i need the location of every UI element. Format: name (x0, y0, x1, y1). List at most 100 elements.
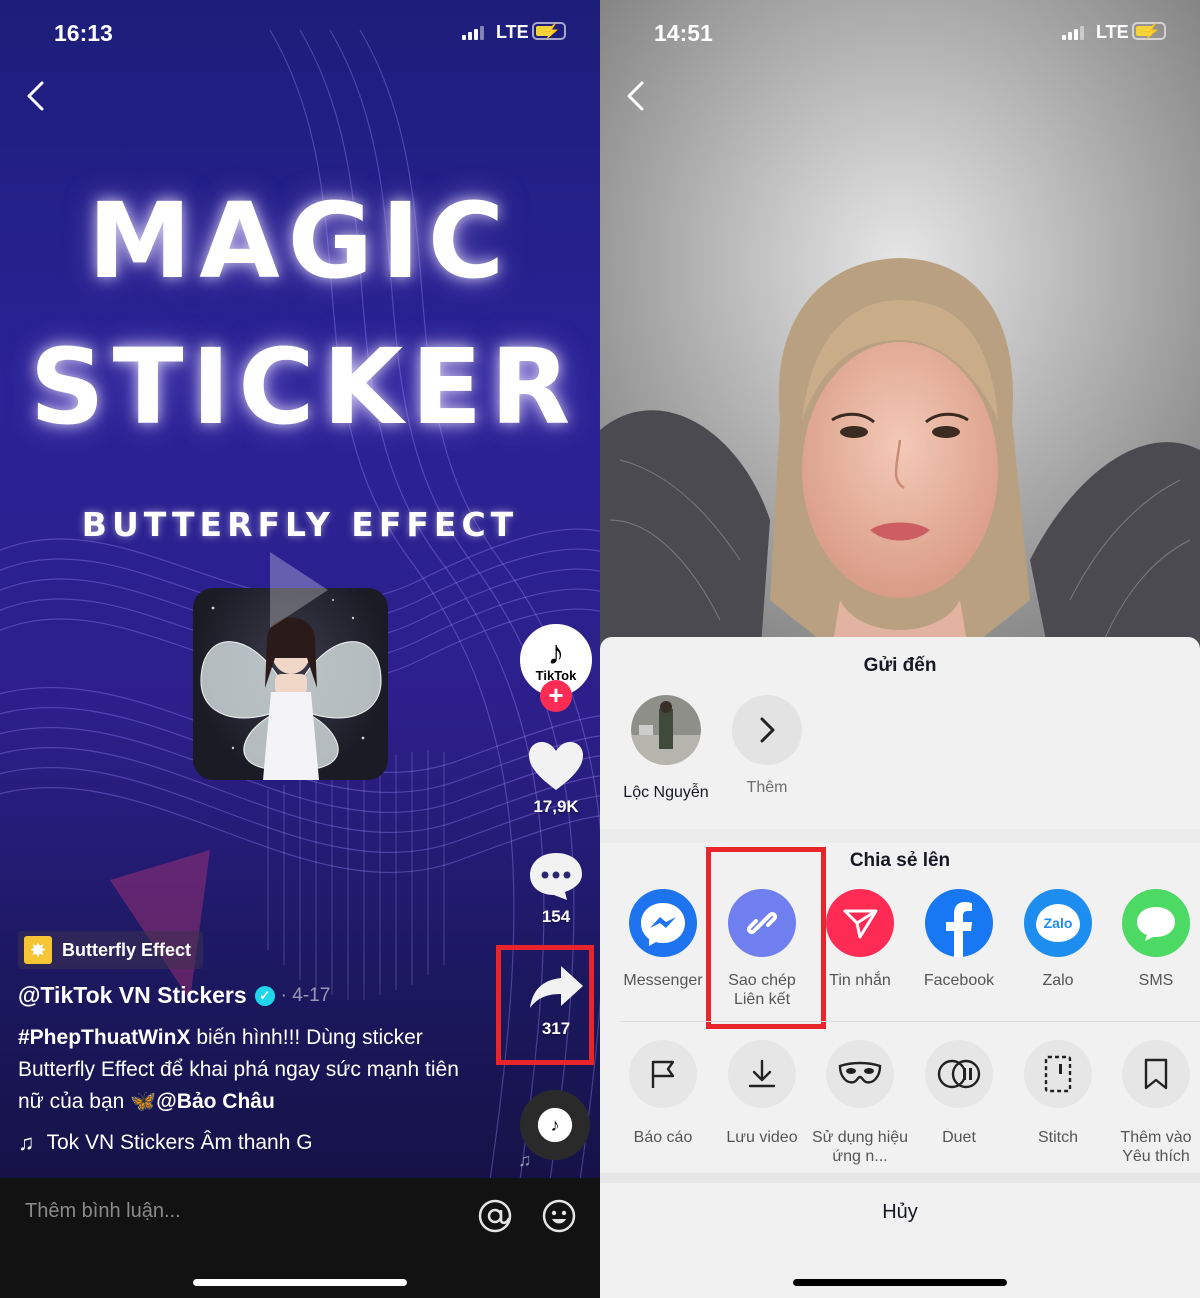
post-date: · 4-17 (280, 984, 331, 1006)
butterfly-emoji-icon: 🦋 (130, 1090, 157, 1113)
caption-mention[interactable]: @Bảo Châu (156, 1090, 274, 1113)
follow-button[interactable]: + (540, 680, 572, 712)
messenger-icon (629, 889, 697, 957)
highlight-box-share (496, 945, 594, 1065)
app-label: Messenger (623, 972, 703, 989)
home-indicator (793, 1279, 1007, 1286)
avatar (631, 695, 701, 765)
action-use-effect[interactable]: Sử dụng hiệu ứng n... (810, 1040, 910, 1166)
action-label: Duet (942, 1129, 976, 1146)
home-indicator (193, 1279, 407, 1286)
sms-bubble-icon (1122, 889, 1190, 957)
action-duet[interactable]: Duet (909, 1040, 1009, 1147)
zalo-bubble: Zalo (1036, 904, 1080, 942)
floating-note-icon: ♫ (518, 1150, 532, 1170)
cancel-divider (600, 1173, 1200, 1183)
share-sms[interactable]: SMS (1106, 889, 1200, 990)
verified-icon: ✓ (254, 985, 275, 1006)
status-time: 16:13 (54, 20, 113, 46)
share-sheet-screen: 14:51 LTE ⚡ Gửi đến Lộc Nguyễn Thêm Chia… (600, 0, 1200, 1298)
flag-icon (629, 1040, 697, 1108)
send-plane-icon (826, 889, 894, 957)
more-button[interactable] (732, 695, 802, 765)
back-button[interactable] (24, 80, 48, 112)
back-button[interactable] (624, 80, 648, 112)
send-to-title: Gửi đến (863, 655, 937, 676)
like-button[interactable]: 17,9K (526, 740, 586, 817)
duet-icon (925, 1040, 993, 1108)
action-label: Lưu video (726, 1129, 798, 1146)
action-label: Sử dụng hiệu ứng n... (811, 1129, 909, 1165)
video-title-line1: MAGIC (87, 180, 513, 302)
music-marquee[interactable]: ♫ Tok VN Stickers Âm thanh G (18, 1130, 313, 1156)
contact-name: Lộc Nguyễn (623, 784, 709, 801)
creator-username[interactable]: @TikTok VN Stickers ✓ · 4-17 (18, 982, 330, 1009)
stitch-icon (1024, 1040, 1092, 1108)
caption-text-2: Butterfly Effect để khai phá ngay sức mạ… (18, 1058, 459, 1081)
comment-button[interactable]: 154 (526, 850, 586, 927)
username-text: @TikTok VN Stickers (18, 982, 247, 1008)
caption-text-3: nữ của bạn (18, 1090, 131, 1113)
contact-more[interactable]: Thêm (717, 695, 817, 797)
share-zalo[interactable]: Zalo Zalo (1008, 889, 1108, 990)
network-label: LTE (496, 22, 529, 42)
action-label: Báo cáo (633, 1129, 693, 1146)
chevron-left-icon (627, 81, 644, 111)
comment-input[interactable] (25, 1200, 445, 1223)
cancel-button[interactable]: Hủy (600, 1183, 1200, 1241)
highlight-box-copy-link (706, 847, 826, 1029)
status-bar: 14:51 LTE ⚡ (600, 18, 1200, 48)
signal-icon (1062, 26, 1086, 40)
facebook-icon (925, 889, 993, 957)
action-report[interactable]: Báo cáo (613, 1040, 713, 1147)
action-label: Stitch (1037, 1129, 1078, 1146)
screen: 16:13 LTE ⚡ MAGIC STICKER BUTTERFLY EFFE… (0, 0, 1200, 1298)
sparkle-icon: ✸ (24, 936, 52, 964)
music-note-icon: ♫ (18, 1130, 35, 1155)
network-label: LTE (1096, 22, 1129, 42)
video-subtitle: BUTTERFLY EFFECT (81, 505, 519, 544)
effect-label: Butterfly Effect (62, 939, 192, 960)
signal-icon (462, 26, 486, 40)
app-label: Facebook (923, 972, 995, 989)
music-text: Tok VN Stickers Âm thanh G (46, 1131, 313, 1154)
action-save-video[interactable]: Lưu video (712, 1040, 812, 1147)
status-time: 14:51 (654, 20, 713, 46)
share-to-title: Chia sẻ lên (849, 850, 951, 871)
section-divider (600, 829, 1200, 843)
row-divider (620, 1021, 1200, 1022)
emoji-icon[interactable] (541, 1198, 577, 1234)
share-messenger[interactable]: Messenger (613, 889, 713, 990)
contact-name: Thêm (746, 779, 788, 796)
mask-icon (826, 1040, 894, 1108)
battery-icon: ⚡ (532, 22, 566, 40)
comment-count: 154 (541, 907, 571, 926)
app-label: SMS (1138, 972, 1174, 989)
share-facebook[interactable]: Facebook (909, 889, 1009, 990)
contact-loc-nguyen[interactable]: Lộc Nguyễn (616, 695, 716, 802)
effect-tag[interactable]: ✸ Butterfly Effect (18, 931, 204, 969)
zalo-icon: Zalo (1024, 889, 1092, 957)
mention-at-icon[interactable] (477, 1198, 513, 1234)
caption-text-1: biến hình!!! Dùng sticker (190, 1026, 423, 1049)
chevron-right-icon (760, 717, 775, 743)
status-bar: 16:13 LTE ⚡ (0, 18, 600, 48)
download-icon (728, 1040, 796, 1108)
comment-icon (530, 853, 582, 900)
bookmark-icon (1122, 1040, 1190, 1108)
app-label: Zalo (1042, 972, 1074, 989)
video-caption: #PhepThuatWinX biến hình!!! Dùng sticker… (18, 1022, 478, 1118)
action-stitch[interactable]: Stitch (1008, 1040, 1108, 1147)
video-frame-background (600, 0, 1200, 660)
heart-icon (529, 742, 583, 790)
share-sheet: Gửi đến Lộc Nguyễn Thêm Chia sẻ lên Mess… (600, 637, 1200, 1298)
caption-hashtag[interactable]: #PhepThuatWinX (18, 1026, 190, 1049)
action-add-favorite[interactable]: Thêm vào Yêu thích (1106, 1040, 1200, 1166)
battery-icon: ⚡ (1132, 22, 1166, 40)
chevron-left-icon (27, 81, 44, 111)
tiktok-logo-icon: ♪ (547, 633, 565, 672)
like-count: 17,9K (533, 797, 579, 816)
play-icon[interactable] (270, 552, 328, 628)
action-label: Thêm vào Yêu thích (1120, 1129, 1192, 1165)
tiktok-video-screen: 16:13 LTE ⚡ MAGIC STICKER BUTTERFLY EFFE… (0, 0, 600, 1298)
